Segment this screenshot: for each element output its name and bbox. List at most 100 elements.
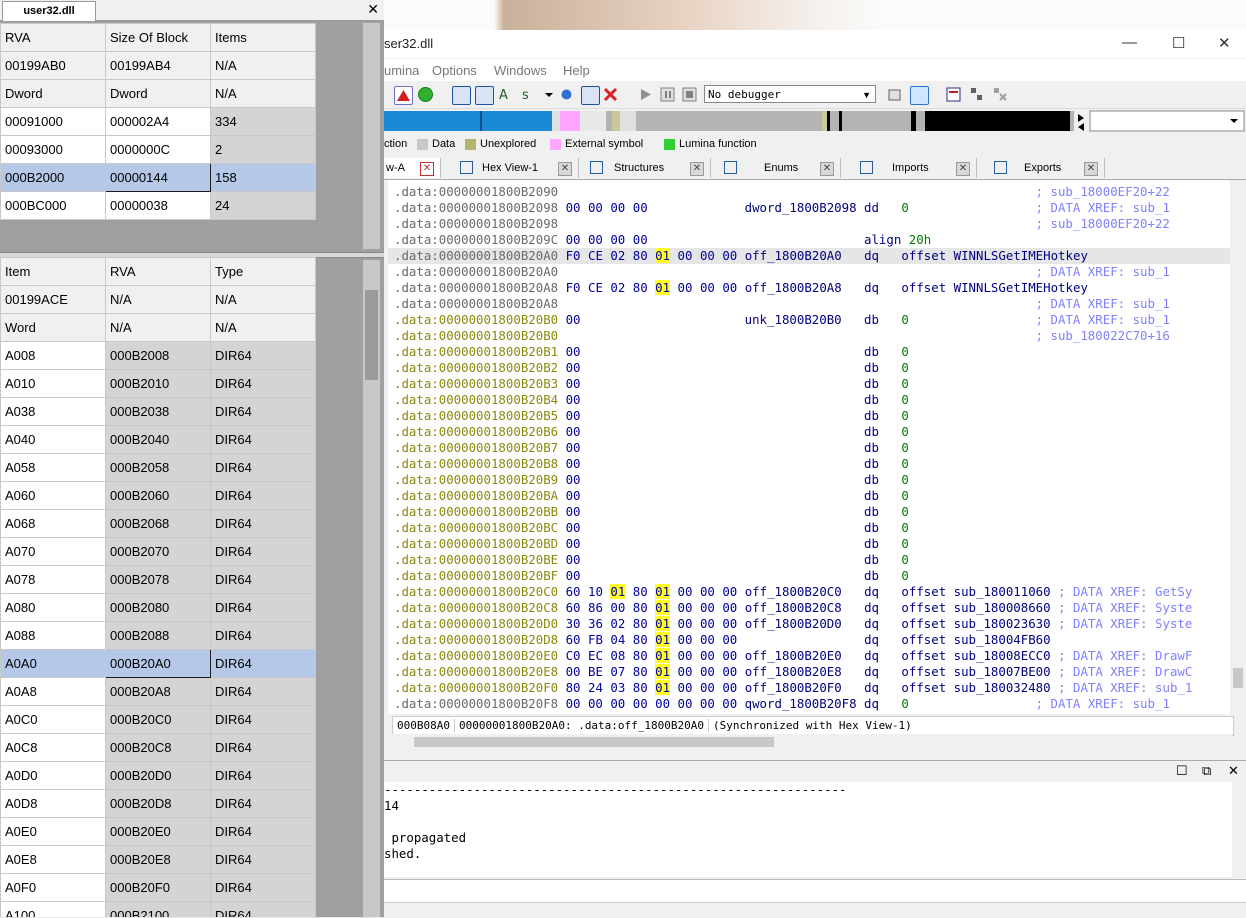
debug-options-icon[interactable] <box>886 86 903 103</box>
item-cell[interactable]: 000B2060 <box>105 481 211 510</box>
block-cell[interactable]: 2 <box>210 135 316 164</box>
breakpoint-list-icon[interactable] <box>945 86 962 103</box>
disasm-line[interactable]: .data:00000001800B20BB 00 db 0 <box>394 504 1036 520</box>
disasm-line[interactable]: .data:00000001800B20A8 F0 CE 02 80 01 00… <box>394 280 1095 296</box>
add-offset-icon[interactable]: s <box>521 86 538 103</box>
block-cell[interactable]: N/A <box>210 79 316 108</box>
item-cell[interactable]: 000B20D8 <box>105 789 211 818</box>
disasm-line[interactable]: .data:00000001800B20B7 00 db 0 <box>394 440 1036 456</box>
item-row[interactable]: A0D8 000B20D8 DIR64 <box>0 789 316 818</box>
item-cell[interactable]: DIR64 <box>210 789 316 818</box>
scrollbar-thumb[interactable] <box>414 737 774 747</box>
item-cell[interactable]: 000B20A8 <box>105 677 211 706</box>
block-cell[interactable]: 000BC000 <box>0 191 106 220</box>
close-icon[interactable]: ✕ <box>367 0 379 19</box>
block-cell[interactable]: Items <box>210 23 316 52</box>
block-cell[interactable]: N/A <box>210 51 316 80</box>
item-cell[interactable]: A0D8 <box>0 789 106 818</box>
disasm-line[interactable]: .data:00000001800B20A0 ; DATA XREF: sub_… <box>394 264 1170 280</box>
item-row[interactable]: A010 000B2010 DIR64 <box>0 369 316 398</box>
item-cell[interactable]: 000B20D0 <box>105 761 211 790</box>
disassembly-view[interactable]: .data:00000001800B2090 ; sub_18000EF20+2… <box>388 180 1246 714</box>
block-cell[interactable]: 000002A4 <box>105 107 211 136</box>
item-cell[interactable]: Word <box>0 313 106 342</box>
output-maximize-icon[interactable]: ☐ <box>1176 763 1188 779</box>
disasm-line[interactable]: .data:00000001800B20B0 ; sub_180022C70+1… <box>394 328 1170 344</box>
output-scrollbar[interactable] <box>1232 782 1246 877</box>
item-cell[interactable]: A010 <box>0 369 106 398</box>
item-cell[interactable]: 000B2088 <box>105 621 211 650</box>
item-cell[interactable]: DIR64 <box>210 565 316 594</box>
block-table-scrollbar[interactable] <box>363 23 380 249</box>
menu-lumina[interactable]: umina <box>384 63 419 78</box>
item-cell[interactable]: DIR64 <box>210 677 316 706</box>
disasm-line[interactable]: .data:00000001800B209C 00 00 00 00 align… <box>394 232 1036 248</box>
item-cell[interactable]: 000B2080 <box>105 593 211 622</box>
disasm-line[interactable]: .data:00000001800B20F8 00 00 00 00 00 00… <box>394 696 1170 712</box>
items-table-scrollbar[interactable] <box>363 260 380 917</box>
item-row[interactable]: A0A8 000B20A8 DIR64 <box>0 677 316 706</box>
disasm-line[interactable]: .data:00000001800B2098 00 00 00 00 dword… <box>394 200 1170 216</box>
close-tab-icon[interactable]: ✕ <box>956 162 970 176</box>
disasm-line[interactable]: .data:00000001800B20F0 80 24 03 80 01 00… <box>394 680 1192 696</box>
scrollbar-thumb[interactable] <box>365 290 378 380</box>
item-cell[interactable]: 000B20A0 <box>105 649 211 678</box>
tab-ida-view-a[interactable]: w-A ✕ <box>384 158 441 178</box>
block-cell[interactable]: 158 <box>210 163 316 192</box>
disasm-line[interactable]: .data:00000001800B20BF 00 db 0 <box>394 568 1036 584</box>
disasm-line[interactable]: .data:00000001800B20E8 00 BE 07 80 01 00… <box>394 664 1192 680</box>
item-row[interactable]: A0E8 000B20E8 DIR64 <box>0 845 316 874</box>
delete-icon[interactable] <box>602 86 619 103</box>
item-cell[interactable]: A040 <box>0 425 106 454</box>
sync-icon[interactable] <box>910 86 929 105</box>
block-cell[interactable]: 000B2000 <box>0 163 106 192</box>
item-cell[interactable]: DIR64 <box>210 705 316 734</box>
item-row[interactable]: A038 000B2038 DIR64 <box>0 397 316 426</box>
item-cell[interactable]: A0C8 <box>0 733 106 762</box>
item-row[interactable]: A040 000B2040 DIR64 <box>0 425 316 454</box>
block-row[interactable]: 000BC000 00000038 24 <box>0 191 316 220</box>
item-cell[interactable]: DIR64 <box>210 397 316 426</box>
item-cell[interactable]: 000B20E0 <box>105 817 211 846</box>
block-row[interactable]: 000B2000 00000144 158 <box>0 163 316 192</box>
block-cell[interactable]: 00091000 <box>0 107 106 136</box>
tab-hex-view[interactable]: Hex View-1 ✕ <box>450 158 579 178</box>
play-icon[interactable] <box>637 86 654 103</box>
output-float-icon[interactable]: ⧉ <box>1202 763 1211 779</box>
disasm-line[interactable]: .data:00000001800B20B1 00 db 0 <box>394 344 1036 360</box>
warning-icon[interactable] <box>394 86 413 105</box>
block-row[interactable]: 00091000 000002A4 334 <box>0 107 316 136</box>
item-cell[interactable]: N/A <box>210 285 316 314</box>
close-tab-icon[interactable]: ✕ <box>420 162 434 176</box>
item-cell[interactable]: 000B2068 <box>105 509 211 538</box>
item-cell[interactable]: 000B2078 <box>105 565 211 594</box>
block-cell[interactable]: Dword <box>0 79 106 108</box>
item-cell[interactable]: DIR64 <box>210 761 316 790</box>
close-tab-icon[interactable]: ✕ <box>1084 162 1098 176</box>
item-cell[interactable]: DIR64 <box>210 481 316 510</box>
block-cell[interactable]: 24 <box>210 191 316 220</box>
item-cell[interactable]: A0A8 <box>0 677 106 706</box>
item-cell[interactable]: 000B20F0 <box>105 873 211 902</box>
item-cell[interactable]: A078 <box>0 565 106 594</box>
pause-icon[interactable] <box>659 86 676 103</box>
block-cell[interactable]: RVA <box>0 23 106 52</box>
item-header-row[interactable]: Word N/A N/A <box>0 313 316 342</box>
item-cell[interactable]: N/A <box>210 313 316 342</box>
disasm-line[interactable]: .data:00000001800B20B4 00 db 0 <box>394 392 1036 408</box>
disasm-line[interactable]: .data:00000001800B20A0 F0 CE 02 80 01 00… <box>388 248 1236 264</box>
debugger-select[interactable]: No debugger ▼ <box>704 85 876 103</box>
item-row[interactable]: A080 000B2080 DIR64 <box>0 593 316 622</box>
item-header-row[interactable]: 00199ACE N/A N/A <box>0 285 316 314</box>
detach-icon[interactable] <box>991 86 1008 103</box>
item-cell[interactable]: DIR64 <box>210 593 316 622</box>
item-cell[interactable]: Item <box>0 257 106 286</box>
item-cell[interactable]: A068 <box>0 509 106 538</box>
add-enum-icon[interactable]: A <box>498 86 515 103</box>
item-cell[interactable]: A0E0 <box>0 817 106 846</box>
output-window[interactable]: ----------------------------------------… <box>384 782 1232 877</box>
close-window-icon[interactable]: ✕ <box>1218 34 1231 52</box>
block-cell[interactable]: 00093000 <box>0 135 106 164</box>
item-row[interactable]: A060 000B2060 DIR64 <box>0 481 316 510</box>
item-cell[interactable]: 000B2100 <box>105 901 211 917</box>
